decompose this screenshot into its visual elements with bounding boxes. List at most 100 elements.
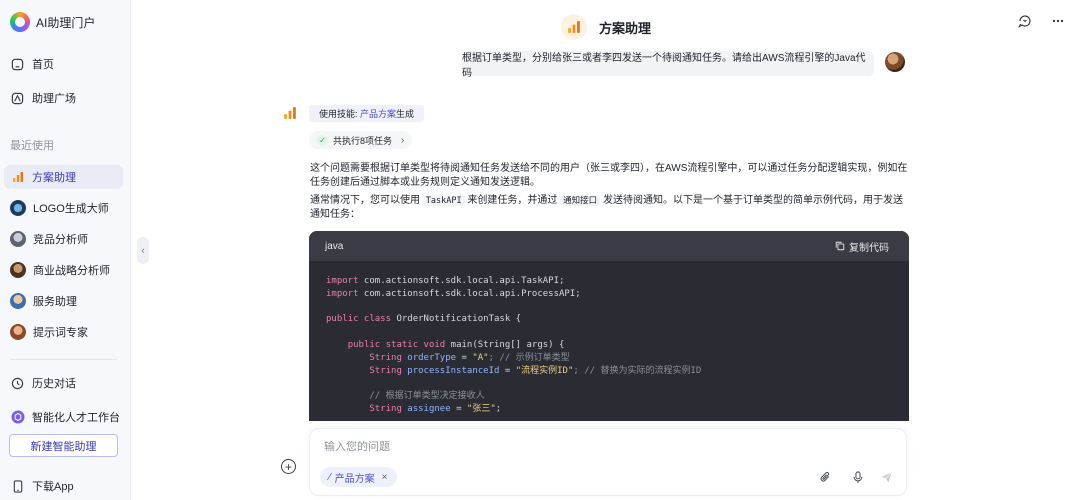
- header: 方案助理: [131, 0, 1080, 54]
- sidebar-item-label: LOGO生成大师: [33, 203, 109, 215]
- nav-home-label: 首页: [32, 59, 54, 71]
- code-token: ; // 替换为实际的流程实例ID: [573, 365, 702, 376]
- sidebar-item-competitor-analyst[interactable]: 竞品分析师: [4, 227, 123, 251]
- nav-workbench[interactable]: 智能化人才工作台: [4, 405, 123, 429]
- sidebar-item-label: 提示词专家: [33, 327, 88, 339]
- phone-icon: [10, 479, 25, 494]
- assistant-logo-icon: [561, 14, 587, 40]
- code-token: main(String[] args) {: [445, 339, 565, 350]
- nav-download-app[interactable]: 下载App: [4, 474, 123, 498]
- skill-used-tag: 使用技能: 产品方案 生成: [309, 105, 425, 122]
- code-token: String: [369, 352, 402, 363]
- assistant-avatar-icon: [283, 106, 297, 120]
- answer-paragraph-2: 通常情况下，您可以使用 TaskAPI 来创建任务，并通过 通知接口 发送待阅通…: [310, 194, 908, 222]
- add-attachment-button[interactable]: +: [281, 459, 296, 474]
- skill-name: 产品方案: [360, 109, 397, 119]
- code-token: ; // 示例订单类型: [488, 352, 570, 363]
- nav-history[interactable]: 历史对话: [4, 371, 123, 395]
- microphone-icon[interactable]: [850, 470, 865, 485]
- code-token: public static void: [347, 339, 446, 350]
- nav-plaza-label: 助理广场: [32, 93, 76, 105]
- sidebar-item-service-assistant[interactable]: 服务助理: [4, 289, 123, 313]
- skill-prefix: 使用技能:: [319, 109, 358, 119]
- code-token: orderType: [401, 352, 457, 363]
- attach-icon[interactable]: [818, 470, 833, 485]
- chat-input[interactable]: [324, 441, 724, 453]
- sidebar-item-strategy-analyst[interactable]: 商业战略分析师: [4, 258, 123, 282]
- sidebar: AI助理门户 首页 助理广场 最近使用 方案助理 LOGO生成大师 竞品分析师 …: [0, 0, 131, 500]
- user-avatar[interactable]: [885, 52, 905, 72]
- sidebar-item-prompt-expert[interactable]: 提示词专家: [4, 320, 123, 344]
- code-token: OrderNotificationTask: [391, 314, 511, 325]
- code-language-label: java: [325, 240, 344, 252]
- plaza-icon: [10, 91, 25, 106]
- code-token: String: [369, 365, 402, 376]
- skill-chip[interactable]: ⁄ 产品方案 ×: [320, 467, 397, 487]
- code-token: =: [499, 365, 516, 376]
- page-title: 方案助理: [599, 20, 652, 36]
- code-block-header: java 复制代码: [309, 231, 909, 261]
- inline-code-taskapi: TaskAPI: [422, 196, 465, 206]
- logo-master-avatar: [10, 200, 26, 216]
- workbench-icon: [10, 410, 25, 425]
- code-token: processInstanceId: [401, 365, 500, 376]
- recent-section-label: 最近使用: [10, 140, 54, 152]
- code-token: {: [510, 314, 522, 325]
- close-icon[interactable]: ×: [382, 472, 388, 483]
- nav-home[interactable]: 首页: [4, 52, 123, 76]
- nav-workbench-label: 智能化人才工作台: [32, 412, 120, 424]
- code-token: import: [326, 276, 359, 286]
- check-icon: ✓: [317, 134, 328, 146]
- sidebar-item-label: 方案助理: [32, 172, 76, 184]
- code-token: com.actionsoft.sdk.local.api.ProcessAPI;: [358, 288, 581, 299]
- tasks-summary-toggle[interactable]: ✓ 共执行8项任务 ›: [309, 131, 413, 149]
- header-title-group: 方案助理: [561, 14, 651, 40]
- chat-input-box: ⁄ 产品方案 ×: [309, 428, 907, 496]
- code-block: java 复制代码 import com.actionsoft.sdk.loca…: [309, 231, 909, 421]
- sidebar-item-logo-master[interactable]: LOGO生成大师: [4, 196, 123, 220]
- nav-plaza[interactable]: 助理广场: [4, 86, 123, 110]
- new-chat-icon[interactable]: [1017, 13, 1033, 29]
- prompt-expert-avatar: [10, 324, 26, 340]
- home-icon: [10, 57, 25, 72]
- plus-icon: +: [284, 459, 292, 474]
- code-token: // 根据订单类型决定接收人: [369, 391, 485, 402]
- code-token: ;: [495, 403, 502, 414]
- competitor-analyst-avatar: [10, 231, 26, 247]
- sidebar-item-label: 服务助理: [33, 296, 77, 308]
- nav-download-label: 下载App: [32, 481, 74, 493]
- brand-name: AI助理门户: [36, 15, 96, 30]
- code-token: =: [450, 403, 467, 414]
- send-icon[interactable]: [879, 470, 894, 485]
- sidebar-item-label: 竞品分析师: [33, 234, 88, 246]
- magic-wand-icon: ⁄: [329, 471, 331, 483]
- sidebar-collapse-handle[interactable]: ‹: [137, 237, 149, 264]
- inline-code-notify: 通知接口: [560, 196, 601, 206]
- tasks-summary-label: 共执行8项任务: [333, 135, 393, 146]
- chevron-right-icon: ›: [401, 134, 405, 146]
- answer-paragraph-1: 这个问题需要根据订单类型将待阅通知任务发送给不同的用户（张三或李四），在AWS流…: [310, 163, 908, 188]
- code-token: public class: [326, 314, 392, 325]
- nav-history-label: 历史对话: [32, 378, 76, 390]
- sidebar-item-scheme-assistant[interactable]: 方案助理: [4, 165, 123, 189]
- user-message-bubble: 根据订单类型，分别给张三或者李四发送一个待阅通知任务。请给出AWS流程引擎的Ja…: [462, 51, 874, 79]
- para2-text-b: 来创建任务，并通过: [467, 195, 558, 206]
- skill-suffix: 生成: [396, 109, 415, 119]
- code-token: assignee: [401, 403, 451, 414]
- sidebar-divider: [10, 359, 117, 360]
- more-options-icon[interactable]: [1050, 13, 1066, 29]
- strategy-analyst-avatar: [10, 262, 26, 278]
- code-token: "流程实例ID": [515, 365, 574, 376]
- chevron-left-icon: ‹: [141, 244, 145, 257]
- code-content: import com.actionsoft.sdk.local.api.Task…: [309, 261, 909, 421]
- brand-logo-icon: [10, 12, 30, 32]
- bar-chart-icon: [10, 170, 25, 185]
- service-assistant-avatar: [10, 293, 26, 309]
- skill-chip-label: 产品方案: [334, 473, 375, 485]
- new-assistant-button[interactable]: 新建智能助理: [9, 434, 118, 457]
- copy-code-label: 复制代码: [849, 242, 889, 254]
- clock-icon: [10, 376, 25, 391]
- brand[interactable]: AI助理门户: [10, 12, 95, 32]
- copy-code-button[interactable]: 复制代码: [835, 239, 889, 254]
- code-token: com.actionsoft.sdk.local.api.TaskAPI;: [358, 276, 565, 286]
